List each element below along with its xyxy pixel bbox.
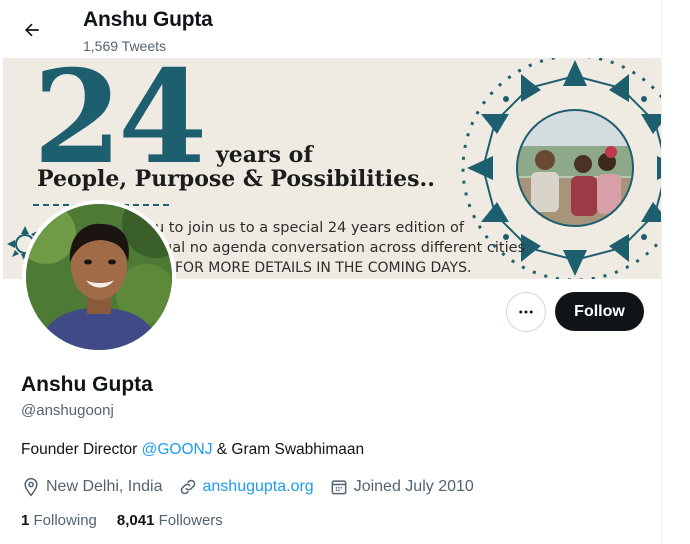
profile-stats: 1 Following 8,041 Followers (21, 512, 243, 529)
followers-label: Followers (158, 512, 223, 529)
profile-meta: New Delhi, India anshugupta.org Joined J… (21, 476, 489, 498)
profile-column: Anshu Gupta 1,569 Tweets 24 years of Peo… (0, 0, 662, 544)
calendar-icon (329, 477, 349, 497)
banner-line-2: ual no agenda conversation across differ… (163, 240, 526, 256)
followers-count: 8,041 (116, 512, 155, 529)
header-title: Anshu Gupta (83, 8, 213, 31)
avatar-photo (26, 204, 172, 350)
profile-handle: @anshugoonj (21, 402, 114, 419)
banner-tagline: People, Purpose & Possibilities.. (37, 166, 435, 192)
following-link[interactable]: 1 Following (21, 512, 97, 529)
back-arrow-icon (24, 23, 39, 37)
banner-line-3: FOR MORE DETAILS IN THE COMING DAYS. (175, 260, 472, 276)
more-icon (519, 310, 533, 314)
tweet-count: 1,569 Tweets (83, 38, 167, 54)
joined-item: Joined July 2010 (329, 477, 474, 497)
banner-big-number: 24 (33, 58, 207, 193)
followers-link[interactable]: 8,041 Followers (117, 512, 223, 529)
following-label: Following (33, 512, 97, 529)
avatar[interactable] (22, 200, 176, 354)
banner-years-text: years of (216, 142, 313, 168)
bio-prefix: Founder Director (21, 441, 142, 458)
location-icon (21, 477, 41, 497)
bio-mention-link[interactable]: @GOONJ (142, 441, 213, 458)
profile-header: Anshu Gupta 1,569 Tweets (0, 0, 662, 58)
back-button[interactable] (14, 12, 50, 48)
link-icon (178, 477, 198, 497)
website-link[interactable]: anshugupta.org (203, 478, 314, 496)
profile-name: Anshu Gupta (21, 373, 153, 396)
banner-line-1: u to join us to a special 24 years editi… (155, 220, 464, 236)
website-item: anshugupta.org (178, 477, 314, 497)
profile-bio: Founder Director @GOONJ & Gram Swabhimaa… (21, 441, 364, 459)
location-item: New Delhi, India (21, 477, 163, 497)
following-count: 1 (21, 512, 30, 529)
joined-text: Joined July 2010 (353, 478, 474, 495)
follow-button[interactable]: Follow (555, 292, 644, 331)
bio-suffix: & Gram Swabhimaan (212, 441, 365, 458)
more-button[interactable] (506, 292, 546, 332)
location-text: New Delhi, India (46, 478, 163, 495)
